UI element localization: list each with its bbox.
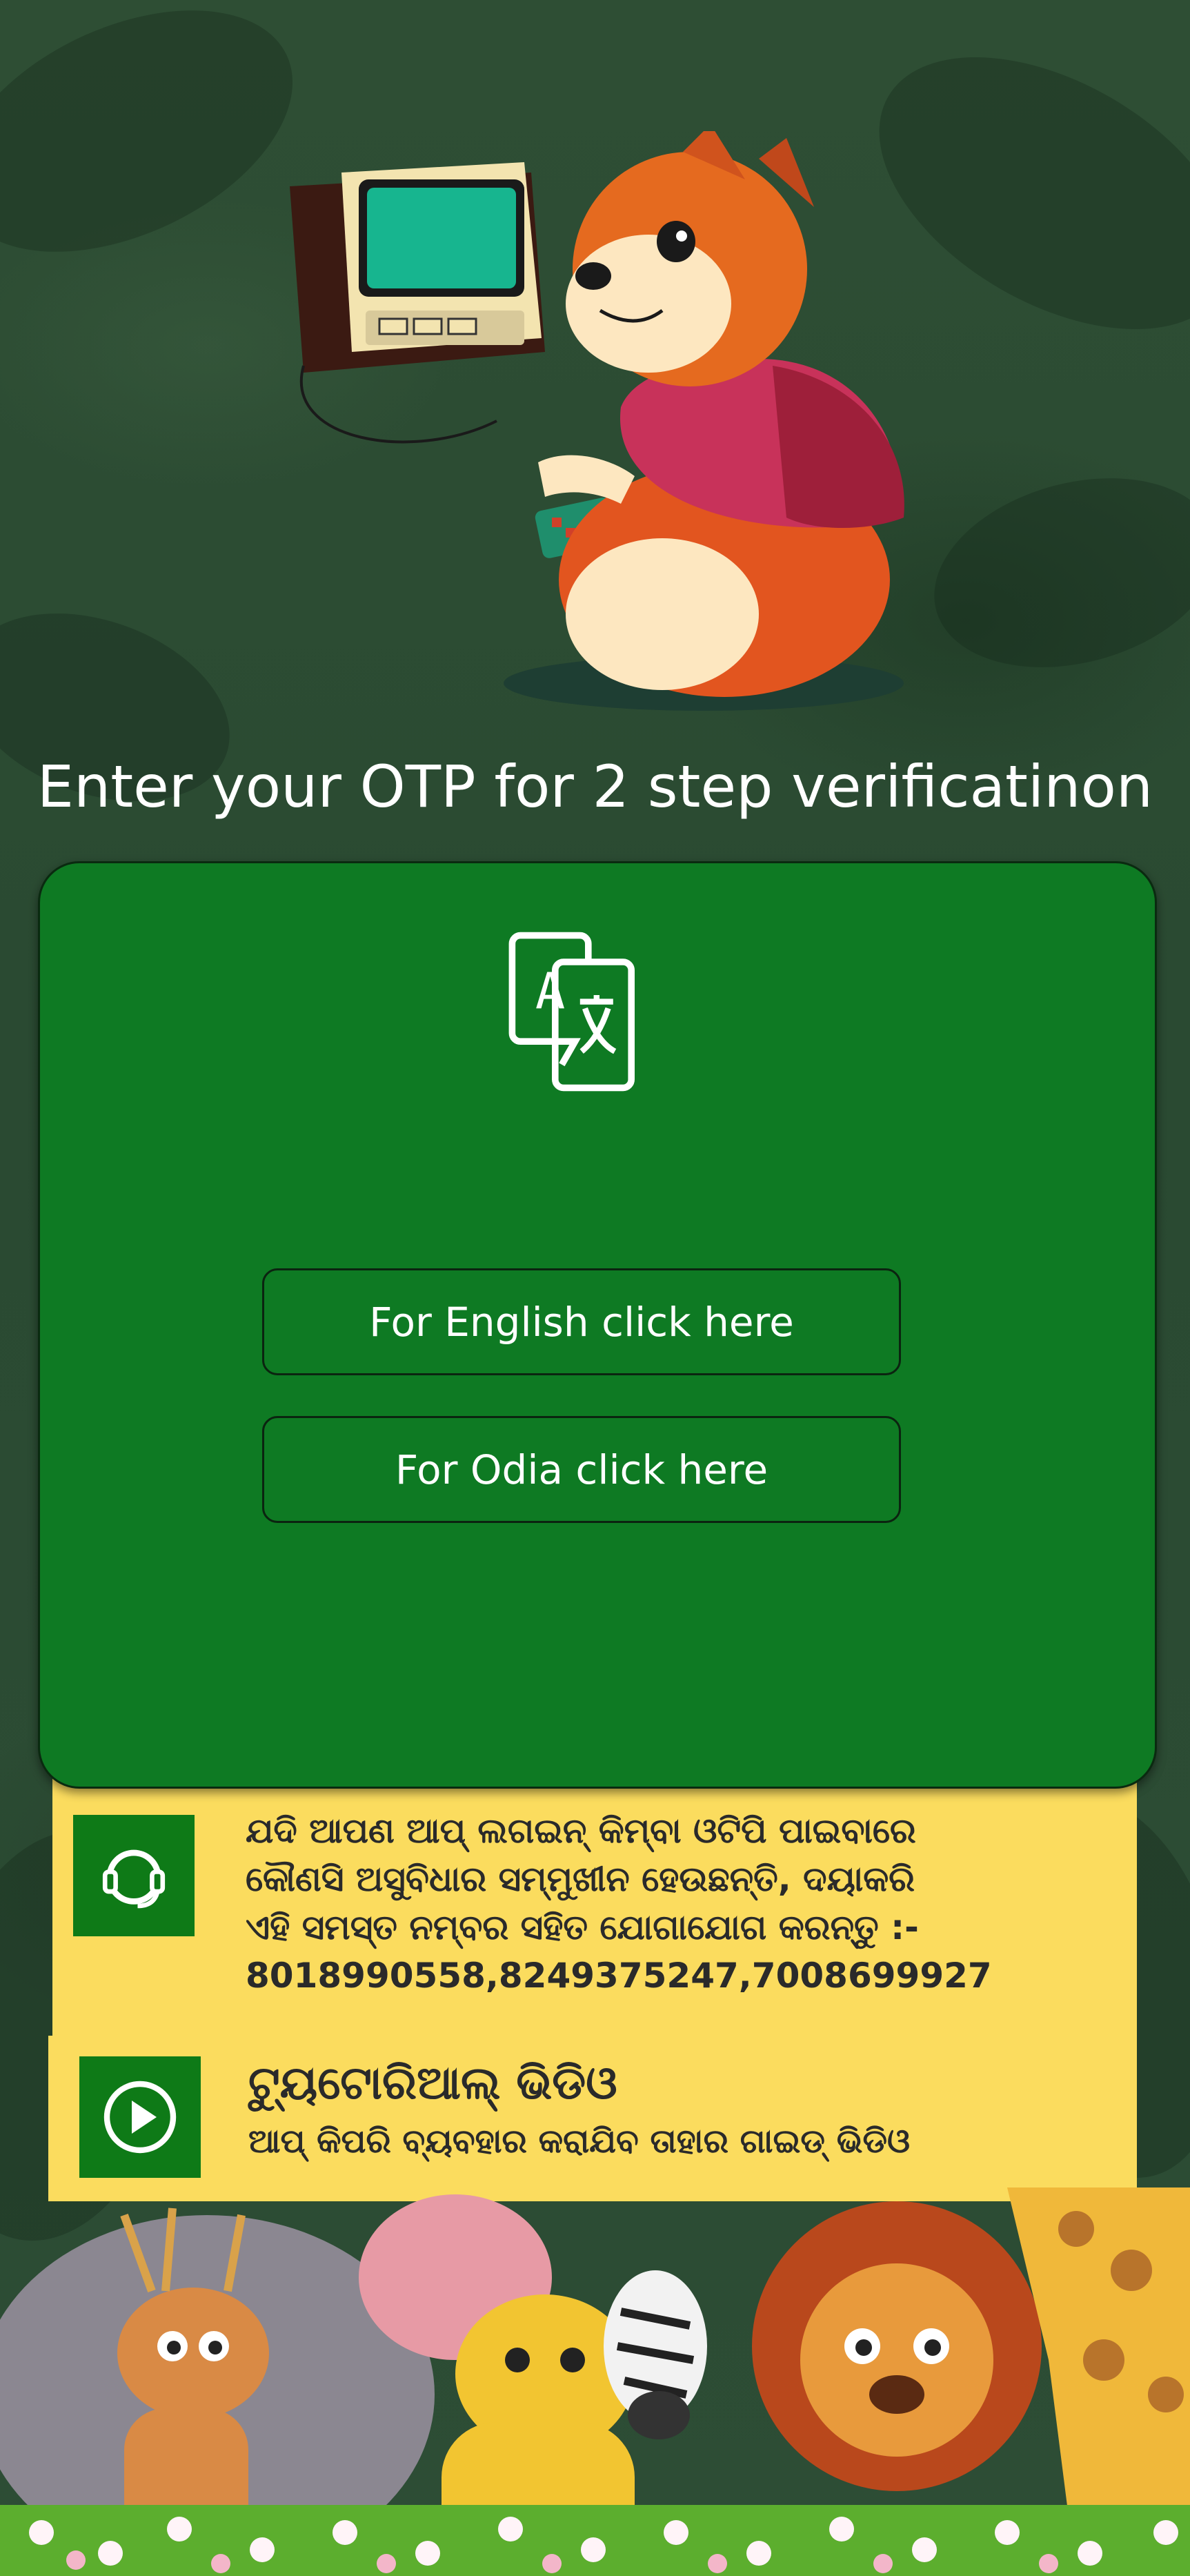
- help-line-1: ଯଦି ଆପଣ ଆପ୍ ଲଗଇନ୍ କିମ୍ବା ଓଟିପି ପାଇବାରେ: [246, 1811, 916, 1851]
- animals-illustration: [0, 2187, 1190, 2576]
- fox-computer-illustration: [290, 131, 904, 711]
- svg-text:A: A: [535, 962, 565, 1020]
- translate-icon: A: [502, 929, 668, 1094]
- language-modal: A For English click here For Odia click …: [38, 861, 1157, 1789]
- play-icon[interactable]: [79, 2056, 201, 2178]
- help-line-2: କୌଣସି ଅସୁବିଧାର ସମ୍ମୁଖୀନ ହେଉଛନ୍ତି, ଦୟାକରି: [246, 1859, 915, 1899]
- tutorial-subtitle: ଆପ୍ କିପରି ବ୍ୟବହାର କରାଯିବ ତାହାର ଗାଇଡ୍ ଭିଡ…: [248, 2122, 911, 2161]
- english-button[interactable]: For English click here: [262, 1268, 901, 1375]
- odia-button[interactable]: For Odia click here: [262, 1416, 901, 1523]
- headset-icon[interactable]: [73, 1815, 195, 1936]
- tutorial-title[interactable]: ଟ୍ୟୁଟୋରିଆଲ୍ ଭିଡିଓ: [248, 2056, 617, 2111]
- help-panel: ଯଦି ଆପଣ ଆପ୍ ଲଗଇନ୍ କିମ୍ବା ଓଟିପି ପାଇବାରେ କ…: [52, 1767, 1137, 2043]
- help-line-3: ଏହି ସମସ୍ତ ନମ୍ବର ସହିତ ଯୋଗାଯୋଗ କରନ୍ତୁ :-: [246, 1907, 919, 1947]
- tutorial-panel[interactable]: ଟ୍ୟୁଟୋରିଆଲ୍ ଭିଡିଓ ଆପ୍ କିପରି ବ୍ୟବହାର କରାଯ…: [48, 2036, 1137, 2201]
- help-phone-numbers[interactable]: 8018990558,8249375247,7008699927: [246, 1951, 992, 2000]
- otp-title: Enter your OTP for 2 step verificatinon: [37, 753, 1153, 820]
